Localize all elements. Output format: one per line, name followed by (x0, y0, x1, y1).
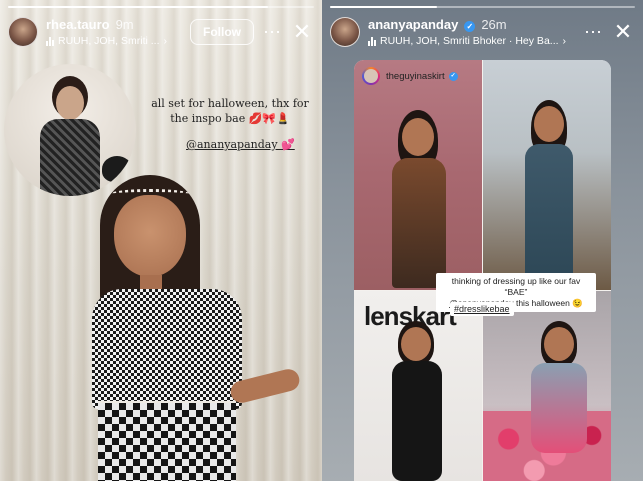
chevron-right-icon: › (562, 35, 567, 47)
follow-button[interactable]: Follow (190, 19, 254, 45)
avatar[interactable] (8, 17, 38, 47)
sticker-line2: this halloween 😉 (513, 298, 583, 308)
music-bars-icon (368, 36, 376, 46)
story-caption: all set for halloween, thx for the inspo… (151, 97, 309, 125)
shared-post-card[interactable]: theguyinaskirt ✓ lenskart thinking of dr… (354, 60, 611, 481)
verified-badge-icon: ✓ (448, 71, 458, 81)
username[interactable]: rhea.tauro (46, 17, 110, 32)
sticker-line1: thinking of dressing up like our fav “BA… (451, 276, 581, 297)
close-icon[interactable]: ✕ (611, 21, 635, 43)
story-progress-fill (330, 6, 437, 8)
story-meta: ananyapanday ✓ 26m RUUH, JOH, Smriti Bho… (368, 17, 575, 47)
music-text: RUUH, JOH, Smriti Bhoker · Hey Ba... (380, 35, 559, 47)
verified-badge-icon: ✓ (464, 21, 476, 32)
story-header: rhea.tauro 9m RUUH, JOH, Smriti ... › Fo… (8, 14, 314, 50)
username[interactable]: ananyapanday (368, 17, 458, 32)
story-header: ananyapanday ✓ 26m RUUH, JOH, Smriti Bho… (330, 14, 635, 50)
story-progress-fill (8, 6, 269, 8)
shared-post-avatar (362, 67, 380, 85)
main-photo-person (70, 175, 302, 481)
mention-link[interactable]: @ananyapanday 💕 (186, 138, 295, 151)
music-attribution[interactable]: RUUH, JOH, Smriti ... › (46, 35, 184, 47)
avatar[interactable] (330, 17, 360, 47)
music-attribution[interactable]: RUUH, JOH, Smriti Bhoker · Hey Ba... › (368, 35, 575, 47)
story-left[interactable]: rhea.tauro 9m RUUH, JOH, Smriti ... › Fo… (0, 0, 322, 481)
collage-photo-2 (483, 60, 611, 290)
story-progress-bar (8, 6, 314, 8)
collage-photo-4 (483, 291, 611, 481)
shared-post-username[interactable]: theguyinaskirt (386, 71, 445, 82)
music-bars-icon (46, 36, 54, 46)
shared-post-header[interactable]: theguyinaskirt ✓ (354, 60, 611, 92)
more-horizontal-icon[interactable]: ⋯ (581, 23, 605, 41)
hashtag-sticker[interactable]: #dresslikebae (450, 302, 514, 316)
story-right[interactable]: ananyapanday ✓ 26m RUUH, JOH, Smriti Bho… (322, 0, 643, 481)
story-meta: rhea.tauro 9m RUUH, JOH, Smriti ... › (46, 17, 184, 47)
close-icon[interactable]: ✕ (290, 21, 314, 43)
timestamp: 26m (481, 17, 507, 32)
music-text: RUUH, JOH, Smriti ... (58, 35, 160, 47)
collage-photo-1 (354, 60, 482, 290)
more-horizontal-icon[interactable]: ⋯ (260, 23, 284, 41)
chevron-right-icon: › (163, 35, 168, 47)
story-progress-bar (330, 6, 635, 8)
timestamp: 9m (115, 17, 134, 32)
collage-photo-3: lenskart (354, 291, 482, 481)
